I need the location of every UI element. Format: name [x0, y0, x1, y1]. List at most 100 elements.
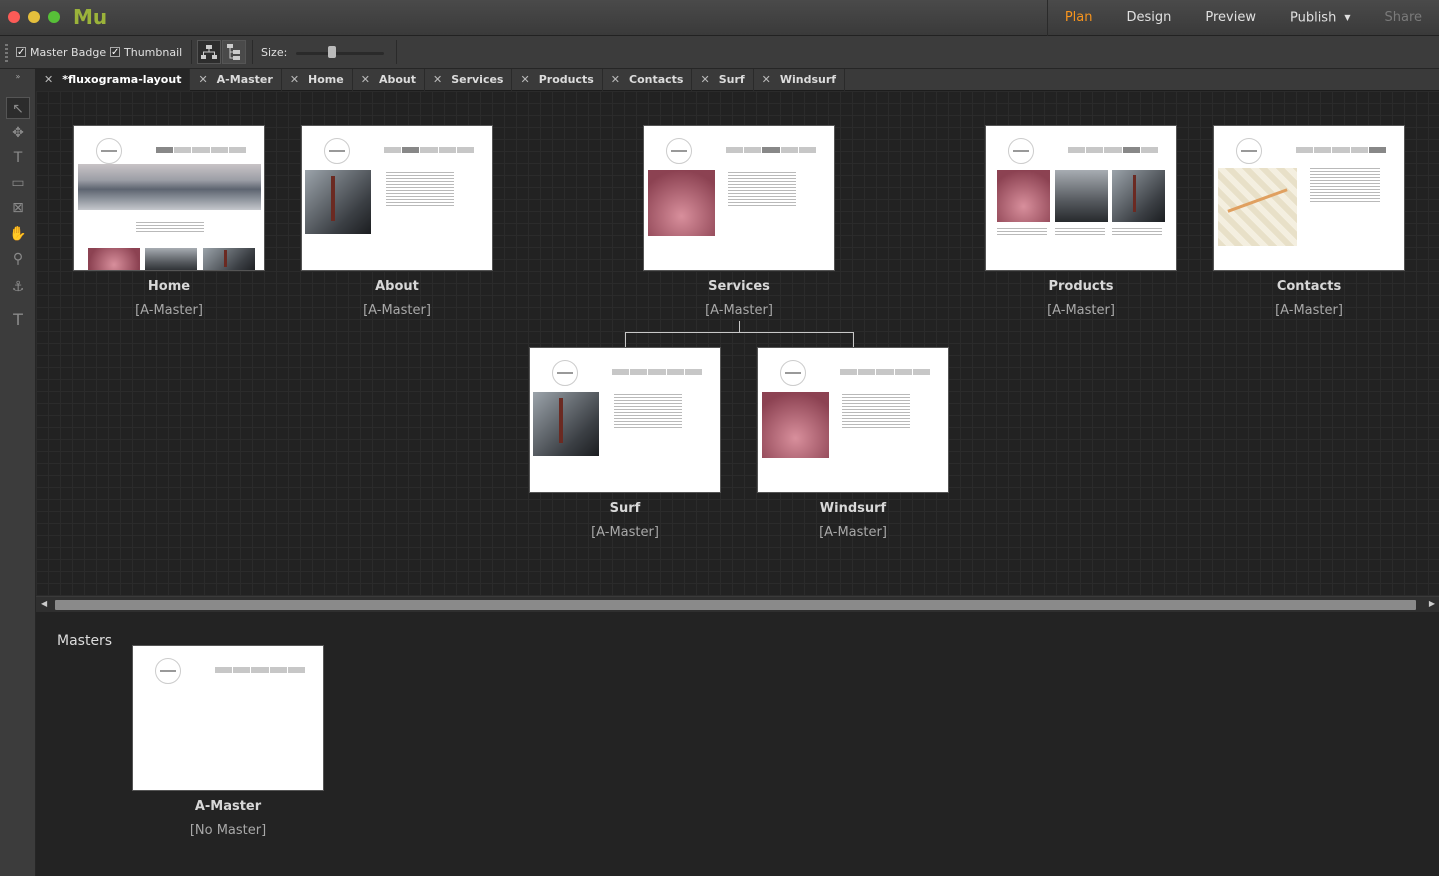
master-node-a-master[interactable]: A-Master [No Master]: [132, 645, 324, 838]
thumbnail-nav: [156, 147, 247, 153]
minimize-window-button[interactable]: [28, 11, 40, 23]
tab-home[interactable]: ✕ Home: [282, 69, 353, 91]
page-thumbnail[interactable]: [301, 125, 493, 271]
page-node-products[interactable]: Products [A-Master]: [985, 125, 1177, 318]
page-thumbnail[interactable]: [1213, 125, 1405, 271]
fill-stroke-text-icon[interactable]: T: [6, 309, 30, 331]
rectangle-tool-icon[interactable]: ▭: [6, 172, 30, 194]
gallery-image: [145, 248, 197, 270]
thumbnail-text: [997, 228, 1047, 237]
site-logo-icon: [1008, 138, 1034, 164]
size-label: Size:: [261, 46, 288, 59]
page-name: Windsurf: [819, 501, 887, 516]
hand-tool-icon[interactable]: ✋: [6, 223, 30, 245]
close-icon[interactable]: ✕: [433, 69, 442, 91]
size-slider-thumb[interactable]: [328, 46, 336, 58]
sitemap-horizontal-icon: [201, 45, 217, 59]
design-workspace-tab[interactable]: Design: [1109, 0, 1188, 36]
close-icon[interactable]: ✕: [700, 69, 709, 91]
publish-workspace-tab[interactable]: Publish ▼: [1273, 0, 1368, 36]
site-logo-icon: [552, 360, 578, 386]
size-slider[interactable]: [296, 52, 384, 55]
tree-vertical-button[interactable]: [222, 40, 246, 64]
crop-tool-icon[interactable]: ✥: [6, 122, 30, 144]
tree-horizontal-button[interactable]: [197, 40, 221, 64]
close-icon[interactable]: ✕: [44, 69, 53, 91]
image-frame-tool-icon[interactable]: ⊠: [6, 197, 30, 219]
zoom-tool-icon[interactable]: ⚲: [6, 248, 30, 270]
tab-surf[interactable]: ✕ Surf: [692, 69, 754, 91]
selection-tool-icon[interactable]: ↖: [6, 97, 30, 119]
close-icon[interactable]: ✕: [361, 69, 370, 91]
page-node-services[interactable]: Services [A-Master]: [643, 125, 835, 318]
thumbnail-text: [1310, 168, 1380, 204]
page-thumbnail[interactable]: [643, 125, 835, 271]
checkmark-icon: ✓: [110, 47, 120, 58]
close-icon[interactable]: ✕: [198, 69, 207, 91]
page-thumbnail[interactable]: [757, 347, 949, 493]
sitemap-canvas[interactable]: Home [A-Master] About [A-Master] Service…: [36, 91, 1439, 596]
plan-workspace-tab[interactable]: Plan: [1048, 0, 1110, 36]
site-logo-icon: [96, 138, 122, 164]
page-thumbnail[interactable]: [73, 125, 265, 271]
close-window-button[interactable]: [8, 11, 20, 23]
thumbnail-nav: [1068, 147, 1159, 153]
page-node-about[interactable]: About [A-Master]: [301, 125, 493, 318]
tab-label: A-Master: [216, 73, 273, 86]
tab-label: About: [378, 73, 416, 86]
gallery-image: [88, 248, 140, 270]
text-tool-icon[interactable]: T: [6, 147, 30, 169]
sitemap-connector: [625, 332, 854, 333]
panel-collapse-icon[interactable]: »: [6, 73, 30, 95]
thumbnail-checkbox[interactable]: ✓ Thumbnail: [110, 44, 182, 60]
close-icon[interactable]: ✕: [611, 69, 620, 91]
thumbnail-label: Thumbnail: [124, 45, 183, 59]
tab-contacts[interactable]: ✕ Contacts: [603, 69, 693, 91]
toolbar-divider: [191, 40, 192, 64]
page-master-badge: [A-Master]: [135, 303, 203, 318]
toolbar-divider: [252, 40, 253, 64]
zoom-window-button[interactable]: [48, 11, 60, 23]
tools-panel: » ↖ ✥ T ▭ ⊠ ✋ ⚲ ⚓ T: [0, 69, 36, 876]
title-bar: Mu Plan Design Preview Publish ▼ Share: [0, 0, 1439, 36]
page-thumbnail[interactable]: [985, 125, 1177, 271]
tab-windsurf[interactable]: ✕ Windsurf: [754, 69, 846, 91]
page-thumbnail[interactable]: [529, 347, 721, 493]
map-image: [1218, 168, 1297, 246]
close-icon[interactable]: ✕: [290, 69, 299, 91]
master-thumbnail[interactable]: [132, 645, 324, 791]
site-logo-icon: [1236, 138, 1262, 164]
scrollbar-thumb[interactable]: [55, 600, 1416, 610]
page-master-badge: [A-Master]: [591, 525, 659, 540]
horizontal-scrollbar[interactable]: ◀ ▶: [36, 596, 1439, 612]
content-image: [305, 170, 371, 234]
anchor-tool-icon[interactable]: ⚓: [6, 276, 30, 298]
page-node-windsurf[interactable]: Windsurf [A-Master]: [757, 347, 949, 540]
page-node-surf[interactable]: Surf [A-Master]: [529, 347, 721, 540]
tab-a-master[interactable]: ✕ A-Master: [190, 69, 282, 91]
scroll-right-icon[interactable]: ▶: [1429, 599, 1435, 608]
thumbnail-text: [728, 172, 796, 208]
tab-about[interactable]: ✕ About: [353, 69, 425, 91]
close-icon[interactable]: ✕: [762, 69, 771, 91]
site-logo-icon: [324, 138, 350, 164]
tab-products[interactable]: ✕ Products: [512, 69, 603, 91]
tab-label: *fluxograma-layout: [62, 73, 182, 86]
tab-label: Contacts: [629, 73, 684, 86]
close-icon[interactable]: ✕: [520, 69, 529, 91]
thumbnail-text: [842, 394, 910, 430]
sitemap-connector: [853, 332, 854, 347]
page-node-contacts[interactable]: Contacts [A-Master]: [1213, 125, 1405, 318]
tab-fluxograma-layout[interactable]: ✕ *fluxograma-layout: [36, 69, 191, 91]
master-parent-badge: [No Master]: [189, 823, 267, 838]
thumbnail-nav: [215, 667, 306, 673]
thumbnail-nav: [612, 369, 703, 375]
thumbnail-text: [1112, 228, 1162, 237]
master-badge-checkbox[interactable]: ✓ Master Badge: [16, 44, 106, 60]
page-master-badge: [A-Master]: [705, 303, 773, 318]
page-master-badge: [A-Master]: [1275, 303, 1343, 318]
page-node-home[interactable]: Home [A-Master]: [73, 125, 265, 318]
preview-workspace-tab[interactable]: Preview: [1188, 0, 1273, 36]
scroll-left-icon[interactable]: ◀: [41, 599, 47, 608]
tab-services[interactable]: ✕ Services: [425, 69, 513, 91]
